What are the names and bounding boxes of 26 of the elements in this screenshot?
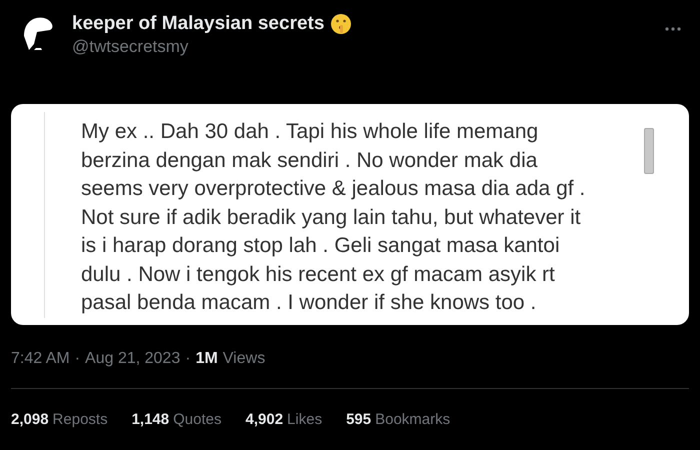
stat-count[interactable]: 1,148	[132, 409, 170, 432]
note-text-line: pasal benda macam . I wonder if she knows too .	[81, 290, 538, 316]
author-name[interactable]: keeper of Malaysian secrets	[72, 12, 324, 36]
stat-count[interactable]: 2,098	[11, 409, 49, 432]
stat-label[interactable]: Reposts	[52, 409, 108, 432]
views-count: 1M	[196, 349, 218, 369]
separator-dot: ·	[185, 349, 191, 369]
shushing-face-icon	[330, 13, 352, 35]
stat-count[interactable]: 595	[346, 409, 372, 432]
stat-label[interactable]: Bookmarks	[375, 409, 450, 432]
note-text-line: is i harap dorang stop lah . Geli sangat masa kantoi	[81, 233, 561, 259]
note-text-line: seems very overprotective & jealous masa dia ada gf .	[81, 176, 586, 202]
post-date[interactable]: Aug 21, 2023	[85, 347, 180, 371]
stat-label[interactable]: Likes	[287, 409, 322, 432]
stat-label[interactable]: Quotes	[173, 409, 222, 432]
separator-dot: ·	[74, 349, 80, 369]
views-label: Views	[222, 349, 266, 369]
author-handle[interactable]: @twtsecretsmy	[72, 36, 352, 58]
note-text-line: My ex .. Dah 30 dah . Tapi his whole life memang	[81, 119, 540, 145]
post-time[interactable]: 7:42 AM	[11, 347, 70, 371]
more-options-icon[interactable]	[664, 26, 682, 32]
note-text-line: Not sure if adik beradik yang lain tahu, but whatever it	[81, 204, 582, 230]
note-text-line: berzina dengan mak sendiri . No wonder mak dia	[81, 148, 538, 174]
stat-count[interactable]: 4,902	[246, 409, 284, 432]
scrollbar-thumb	[644, 128, 654, 174]
note-text-line: dulu . Now i tengok his recent ex gf macam asyik rt	[81, 262, 556, 288]
